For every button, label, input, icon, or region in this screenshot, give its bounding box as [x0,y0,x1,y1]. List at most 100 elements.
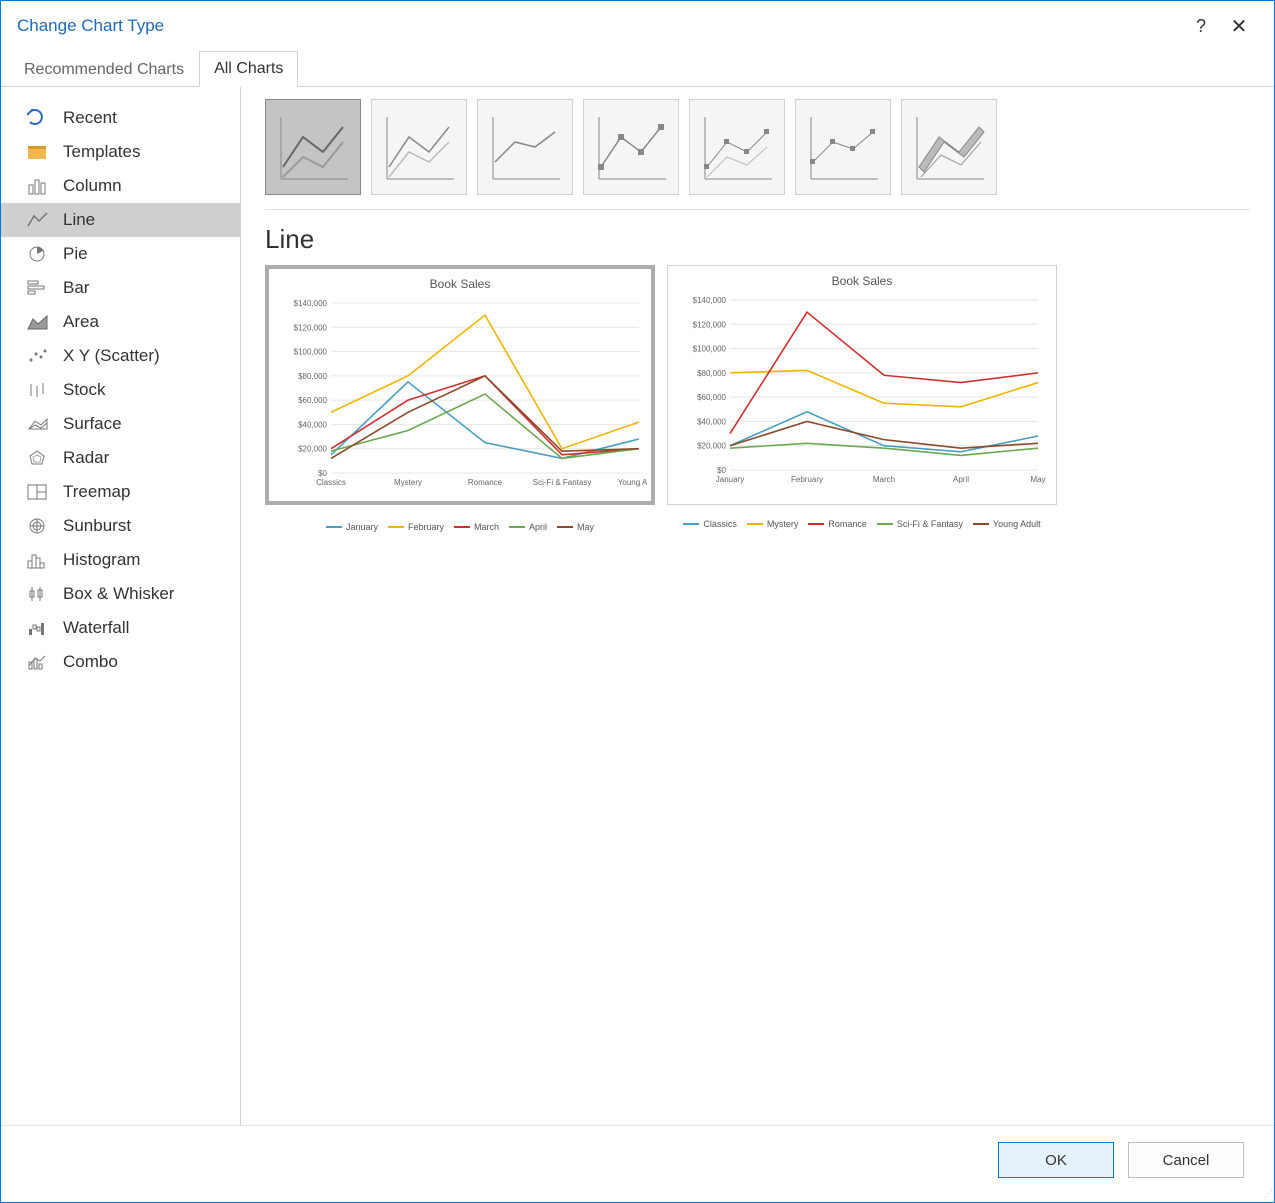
svg-text:$80,000: $80,000 [298,372,327,381]
legend-item: Romance [808,519,867,529]
sidebar-item-xy[interactable]: X Y (Scatter) [1,339,240,373]
legend-item: February [388,522,444,532]
svg-text:$80,000: $80,000 [697,369,726,378]
sidebar-item-histogram[interactable]: Histogram [1,543,240,577]
chart-plot: $0$20,000$40,000$60,000$80,000$100,000$1… [277,295,643,518]
histogram-icon [25,549,51,571]
legend-item: May [557,522,594,532]
pie-icon [25,243,51,265]
content-area: Line Book Sales $0 $20,000 $40,000 $60,000 $8… [241,87,1274,1125]
svg-text:$60,000: $60,000 [298,396,327,405]
svg-text:$120,000: $120,000 [693,320,727,329]
waterfall-icon [25,617,51,639]
line-icon [25,209,51,231]
chart-previews: Book Sales $0 $20,000 $40,000 $60,000 $80,000… [265,265,1250,505]
sidebar-item-label: X Y (Scatter) [63,346,160,366]
sidebar-item-recent[interactable]: Recent [1,101,240,135]
sidebar-item-treemap[interactable]: Treemap [1,475,240,509]
bar-icon [25,277,51,299]
legend-item: January [326,522,378,532]
legend-item: Classics [683,519,737,529]
tab-recommended-charts[interactable]: Recommended Charts [9,52,199,87]
chart-legend: Classics Mystery Romance Sci-Fi & Fantasy Yo… [676,519,1048,529]
sunburst-icon [25,515,51,537]
tab-strip: Recommended Charts All Charts [1,47,1274,87]
chart-legend: JanuaryFebruaryMarchAprilMay [277,522,643,532]
sidebar-item-label: Waterfall [63,618,129,638]
chart-category-sidebar: Recent Templates Column Line PieBar Area X Y (… [1,87,241,1125]
svg-text:$100,000: $100,000 [294,348,328,357]
svg-text:Classics: Classics [316,478,346,487]
sidebar-item-line[interactable]: Line [1,203,240,237]
svg-text:$40,000: $40,000 [697,417,726,426]
svg-text:$0: $0 [717,466,726,475]
dialog-footer: OK Cancel [1,1125,1274,1202]
close-icon[interactable]: ✕ [1220,14,1258,39]
sidebar-item-label: Line [63,210,95,230]
sidebar-item-area[interactable]: Area [1,305,240,339]
sidebar-item-label: Area [63,312,99,332]
legend-item: April [509,522,547,532]
dialog-title: Change Chart Type [17,16,164,36]
svg-text:$120,000: $120,000 [294,323,328,332]
sidebar-item-waterfall[interactable]: Waterfall [1,611,240,645]
treemap-icon [25,481,51,503]
subtype-100-stacked-line[interactable] [477,99,573,195]
sidebar-item-surface[interactable]: Surface [1,407,240,441]
svg-text:March: March [873,475,895,484]
sidebar-item-label: Radar [63,448,109,468]
svg-text:$60,000: $60,000 [697,393,726,402]
sidebar-item-combo[interactable]: Combo [1,645,240,679]
subtype-line[interactable] [265,99,361,195]
legend-item: Young Adult [973,519,1041,529]
chart-preview[interactable]: Book Sales $0 $20,000 $40,000 $60,000 $80,000… [667,265,1057,505]
sidebar-item-label: Column [63,176,122,196]
combo-icon [25,651,51,673]
cancel-button[interactable]: Cancel [1128,1142,1244,1178]
chart-preview[interactable]: Book Sales$0$20,000$40,000$60,000$80,000… [265,265,655,505]
radar-icon [25,447,51,469]
sidebar-item-box[interactable]: Box & Whisker [1,577,240,611]
svg-text:January: January [716,475,744,484]
xy-icon [25,345,51,367]
sidebar-item-label: Histogram [63,550,140,570]
surface-icon [25,413,51,435]
sidebar-item-label: Templates [63,142,140,162]
subtype-stacked-line-markers[interactable] [689,99,785,195]
chart-title: Book Sales [277,277,643,291]
resize-grip-icon[interactable]: ⋰ [1264,1188,1271,1199]
stock-icon [25,379,51,401]
sidebar-item-templates[interactable]: Templates [1,135,240,169]
subtype-100-stacked-line-markers[interactable] [795,99,891,195]
sidebar-item-label: Combo [63,652,118,672]
sidebar-item-bar[interactable]: Bar [1,271,240,305]
chart-type-title: Line [265,224,1250,255]
column-icon [25,175,51,197]
sidebar-item-label: Surface [63,414,122,434]
sidebar-item-column[interactable]: Column [1,169,240,203]
sidebar-item-label: Treemap [63,482,130,502]
legend-item: Sci-Fi & Fantasy [877,519,963,529]
sidebar-item-radar[interactable]: Radar [1,441,240,475]
chart-plot: $0 $20,000 $40,000 $60,000 $80,000 $100,000 $1… [676,292,1048,515]
subtype-line-markers[interactable] [583,99,679,195]
sidebar-item-pie[interactable]: Pie [1,237,240,271]
ok-button[interactable]: OK [998,1142,1114,1178]
sidebar-item-stock[interactable]: Stock [1,373,240,407]
svg-text:$100,000: $100,000 [693,345,727,354]
sidebar-item-label: Box & Whisker [63,584,174,604]
sidebar-item-sunburst[interactable]: Sunburst [1,509,240,543]
svg-text:Sci-Fi & Fantasy: Sci-Fi & Fantasy [533,478,592,487]
svg-text:$20,000: $20,000 [697,442,726,451]
tab-all-charts[interactable]: All Charts [199,51,298,87]
subtype-3d-line[interactable] [901,99,997,195]
subtype-stacked-line[interactable] [371,99,467,195]
legend-item: Mystery [747,519,799,529]
box-icon [25,583,51,605]
svg-text:$20,000: $20,000 [298,445,327,454]
chart-title: Book Sales [676,274,1048,288]
help-icon[interactable]: ? [1182,16,1220,37]
title-bar: Change Chart Type ? ✕ [1,1,1274,47]
svg-text:$140,000: $140,000 [294,299,328,308]
templates-icon [25,141,51,163]
